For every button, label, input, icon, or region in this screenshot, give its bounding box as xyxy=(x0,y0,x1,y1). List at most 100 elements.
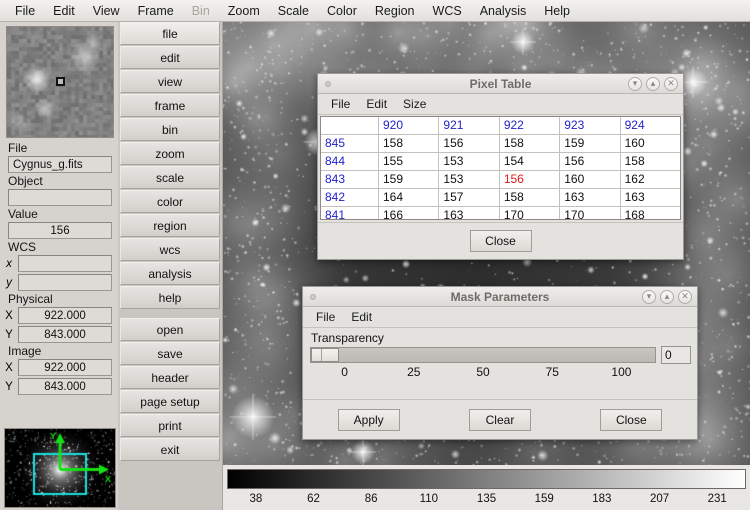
window-menu-icon[interactable] xyxy=(310,293,316,300)
close-icon[interactable]: ✕ xyxy=(678,289,692,304)
button-open[interactable]: open xyxy=(120,318,220,341)
table-cell: 168 xyxy=(624,208,645,220)
table-cell: 154 xyxy=(500,153,561,170)
button-save[interactable]: save xyxy=(120,342,220,365)
mask-apply-button[interactable]: Apply xyxy=(337,408,400,431)
mask-parameters-window-buttons: ▾ ▴ ✕ xyxy=(642,289,692,304)
colorbar-tick: 110 xyxy=(419,493,439,505)
button-header[interactable]: header xyxy=(120,366,220,389)
menu-bin: Bin xyxy=(191,3,210,18)
panner-panel[interactable] xyxy=(4,428,116,508)
mask-close-button[interactable]: Close xyxy=(600,408,663,431)
image-x-axis-label: X xyxy=(5,361,13,374)
pixel-table-titlebar[interactable]: Pixel Table ▾ ▴ ✕ xyxy=(318,74,683,94)
button-page-setup[interactable]: page setup xyxy=(120,390,220,413)
menu-color[interactable]: Color xyxy=(318,2,366,20)
physical-y-row: Y 843.000 xyxy=(0,326,118,343)
chevron-up-icon[interactable]: ▴ xyxy=(646,76,660,91)
button-region[interactable]: region xyxy=(120,214,220,237)
image-x-value: 922.000 xyxy=(18,359,112,376)
button-color[interactable]: color xyxy=(120,190,220,213)
table-row: 845 158 156 158 159 160 xyxy=(321,135,680,153)
table-cell: 159 xyxy=(379,171,440,188)
mask-parameters-menu-file[interactable]: File xyxy=(308,309,343,325)
table-row-header: 843 xyxy=(321,171,379,188)
chevron-down-icon[interactable]: ▾ xyxy=(642,289,656,304)
slider-tick: 50 xyxy=(476,365,490,379)
window-menu-icon[interactable] xyxy=(325,80,331,87)
menu-zoom[interactable]: Zoom xyxy=(219,2,269,20)
chevron-down-icon[interactable]: ▾ xyxy=(628,76,642,91)
close-icon[interactable]: ✕ xyxy=(664,76,678,91)
wcs-label: WCS xyxy=(8,240,36,254)
slider-tick: 25 xyxy=(407,365,421,379)
pixel-table-close-button[interactable]: Close xyxy=(469,230,532,252)
table-cell: 158 xyxy=(500,189,561,206)
pixel-table-menu-file[interactable]: File xyxy=(323,96,358,112)
colorbar-tick: 159 xyxy=(534,493,554,505)
colorbar-gradient[interactable] xyxy=(227,469,746,489)
transparency-slider[interactable] xyxy=(310,347,656,363)
table-column-header: 923 xyxy=(560,117,621,134)
table-cell: 158 xyxy=(624,154,645,168)
physical-y-axis-label: Y xyxy=(5,328,13,341)
menu-help[interactable]: Help xyxy=(535,2,579,20)
menu-file[interactable]: File xyxy=(6,2,44,20)
table-row-header: 842 xyxy=(321,189,379,206)
mask-parameters-titlebar[interactable]: Mask Parameters ▾ ▴ ✕ xyxy=(303,287,697,307)
menu-region[interactable]: Region xyxy=(366,2,424,20)
table-cell: 170 xyxy=(560,207,621,219)
pixel-table-menu-edit[interactable]: Edit xyxy=(358,96,395,112)
button-column: file edit view frame bin zoom scale color region… xyxy=(118,22,223,510)
table-cell: 156 xyxy=(500,171,561,188)
button-bin[interactable]: bin xyxy=(120,118,220,141)
transparency-slider-thumb[interactable] xyxy=(311,348,339,362)
button-file[interactable]: file xyxy=(120,22,220,45)
table-cell: 160 xyxy=(624,136,645,150)
menu-scale[interactable]: Scale xyxy=(269,2,318,20)
menu-view[interactable]: View xyxy=(84,2,129,20)
chevron-up-icon[interactable]: ▴ xyxy=(660,289,674,304)
wcs-x-row: x xyxy=(0,255,118,272)
image-x-row: X 922.000 xyxy=(0,359,118,376)
table-cell: 166 xyxy=(379,207,440,219)
menu-wcs[interactable]: WCS xyxy=(424,2,471,20)
menu-frame[interactable]: Frame xyxy=(129,2,183,20)
wcs-x-axis-label: x xyxy=(6,257,12,270)
mask-parameters-dialog[interactable]: Mask Parameters ▾ ▴ ✕ File Edit Transpare… xyxy=(302,286,698,440)
button-scale[interactable]: scale xyxy=(120,166,220,189)
table-cell: 170 xyxy=(500,207,561,219)
transparency-tick-labels: 0 25 50 75 100 xyxy=(310,365,656,381)
colorbar-tick: 135 xyxy=(476,493,497,505)
menu-edit[interactable]: Edit xyxy=(44,2,84,20)
button-zoom[interactable]: zoom xyxy=(120,142,220,165)
button-view[interactable]: view xyxy=(120,70,220,93)
table-cell: 158 xyxy=(500,135,561,152)
mask-parameters-menu-edit[interactable]: Edit xyxy=(343,309,380,325)
table-column-header: 921 xyxy=(439,117,500,134)
button-print[interactable]: print xyxy=(120,414,220,437)
table-cell: 163 xyxy=(439,207,500,219)
colorbar-panel: 38 62 86 110 135 159 183 207 231 xyxy=(223,465,750,510)
table-row: 841 166 163 170 170 168 xyxy=(321,207,680,220)
button-edit[interactable]: edit xyxy=(120,46,220,69)
menu-analysis[interactable]: Analysis xyxy=(471,2,536,20)
slider-tick: 100 xyxy=(611,365,632,379)
image-y-value: 843.000 xyxy=(18,378,112,395)
transparency-value-field[interactable]: 0 xyxy=(661,346,691,364)
colorbar-tick: 38 xyxy=(249,493,263,505)
pixel-table-dialog[interactable]: Pixel Table ▾ ▴ ✕ File Edit Size 920 921 922… xyxy=(317,73,684,260)
mask-clear-button[interactable]: Clear xyxy=(468,408,531,431)
image-y-row: Y 843.000 xyxy=(0,378,118,395)
slider-tick: 75 xyxy=(545,365,559,379)
button-wcs[interactable]: wcs xyxy=(120,238,220,261)
table-cell: 164 xyxy=(379,189,440,206)
table-cell: 160 xyxy=(560,171,621,188)
button-exit[interactable]: exit xyxy=(120,438,220,461)
pixel-table-menu-size[interactable]: Size xyxy=(395,96,434,112)
magnifier-panel[interactable] xyxy=(6,26,114,138)
button-frame[interactable]: frame xyxy=(120,94,220,117)
table-corner-cell xyxy=(321,117,379,134)
button-analysis[interactable]: analysis xyxy=(120,262,220,285)
button-help[interactable]: help xyxy=(120,286,220,309)
